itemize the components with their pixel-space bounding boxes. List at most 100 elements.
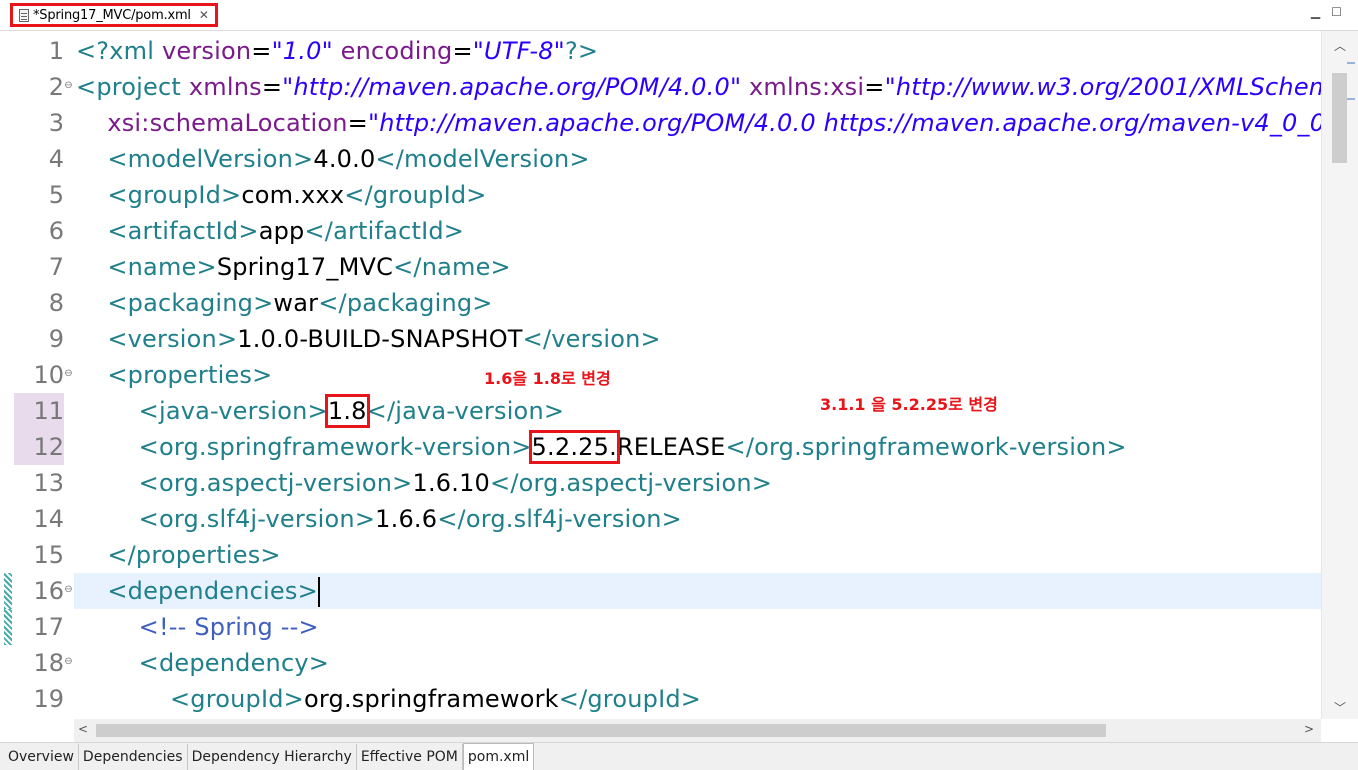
- code-token: <name>: [107, 253, 217, 281]
- line-number: 11: [14, 393, 64, 429]
- code-token: <properties>: [107, 361, 273, 389]
- maximize-icon[interactable]: ☐: [1330, 6, 1343, 19]
- code-token: </java-version>: [366, 397, 565, 425]
- fold-toggle-icon[interactable]: ⊖: [64, 81, 73, 91]
- tab-dependency-hierarchy[interactable]: Dependency Hierarchy: [188, 743, 357, 770]
- annotation-spring-version: 3.1.1 을 5.2.25로 변경: [820, 395, 998, 414]
- code-text: <java-version>1.8</java-version>: [76, 393, 564, 429]
- line-number: 18: [33, 649, 64, 677]
- close-icon[interactable]: ✕: [199, 8, 209, 22]
- code-token: =: [261, 73, 283, 101]
- line-number: 1: [48, 37, 64, 65]
- horizontal-scrollbar[interactable]: < >: [74, 719, 1321, 742]
- code-editor[interactable]: 1 <?xml version="1.0" encoding="UTF-8"?> 2…: [0, 31, 1321, 719]
- fold-toggle-icon[interactable]: ⊖: [64, 585, 73, 595]
- scroll-left-icon[interactable]: <: [78, 722, 88, 736]
- scroll-right-icon[interactable]: >: [1304, 722, 1314, 736]
- code-token: =: [251, 37, 272, 65]
- line-number: 19: [33, 685, 64, 713]
- code-token: <java-version>: [138, 397, 328, 425]
- code-token: war: [273, 289, 319, 317]
- line-number: 7: [48, 253, 64, 281]
- code-text: xsi:schemaLocation="http://maven.apache.…: [76, 105, 1321, 141]
- line-number: 17: [33, 613, 64, 641]
- code-token: "http://maven.apache.org/POM/4.0.0 https…: [367, 109, 1321, 137]
- tab-pom-xml[interactable]: pom.xml: [462, 743, 535, 770]
- tab-effective-pom[interactable]: Effective POM: [357, 743, 463, 770]
- code-token: <groupId>: [107, 181, 242, 209]
- code-text: </properties>: [76, 537, 281, 573]
- code-token: </artifactId>: [304, 217, 465, 245]
- line-number: 6: [48, 217, 64, 245]
- code-token: xsi:schemaLocation: [107, 109, 348, 137]
- highlighted-value: 5.2.25.: [528, 430, 620, 464]
- fold-toggle-icon[interactable]: ⊖: [64, 657, 73, 667]
- line-number: 12: [14, 429, 64, 465]
- code-text: <dependencies>: [76, 573, 320, 609]
- code-text: <packaging>war</packaging>: [76, 285, 493, 321]
- overview-marker[interactable]: [1347, 98, 1355, 100]
- vertical-scrollbar[interactable]: ︿ ﹀: [1321, 31, 1358, 719]
- editor-tab-pom[interactable]: *Spring17_MVC/pom.xml ✕: [10, 3, 218, 27]
- editor-tab-bar: *Spring17_MVC/pom.xml ✕ ▁ ☐: [0, 0, 1358, 31]
- code-token: <dependencies>: [107, 577, 318, 605]
- code-token: "http://www.w3.org/2001/XMLSchema-instan…: [884, 73, 1321, 101]
- code-text: <?xml version="1.0" encoding="UTF-8"?>: [76, 33, 598, 69]
- fold-toggle-icon[interactable]: ⊖: [64, 369, 73, 379]
- change-marker: [4, 573, 12, 609]
- line-number: 4: [48, 145, 64, 173]
- code-token: xmlns:xsi: [749, 73, 865, 101]
- code-token: </version>: [522, 325, 661, 353]
- code-text: <org.aspectj-version>1.6.10</org.aspectj…: [76, 465, 772, 501]
- editor-tab-title: *Spring17_MVC/pom.xml: [33, 7, 191, 23]
- code-token: </org.aspectj-version>: [490, 469, 773, 497]
- horizontal-scroll-thumb[interactable]: [96, 724, 1106, 737]
- overview-marker[interactable]: [1347, 62, 1355, 64]
- code-token: =: [452, 37, 473, 65]
- tab-dependencies[interactable]: Dependencies: [79, 743, 188, 770]
- highlighted-value: 1.8: [324, 394, 370, 428]
- scroll-down-icon[interactable]: ﹀: [1334, 699, 1346, 716]
- tab-overview[interactable]: Overview: [4, 743, 79, 770]
- code-token: <dependency>: [138, 649, 330, 677]
- code-token: </properties>: [107, 541, 281, 569]
- vertical-scroll-thumb[interactable]: [1332, 73, 1347, 163]
- code-token: <groupId>: [169, 685, 304, 713]
- scroll-up-icon[interactable]: ︿: [1334, 37, 1346, 54]
- code-token: "1.0": [271, 37, 333, 65]
- line-number: 2: [48, 73, 64, 101]
- line-number: 16: [33, 577, 64, 605]
- code-token: version: [161, 37, 252, 65]
- code-text: <name>Spring17_MVC</name>: [76, 249, 511, 285]
- code-token: "UTF-8": [472, 37, 565, 65]
- code-token: </packaging>: [318, 289, 493, 317]
- code-token: </org.slf4j-version>: [437, 505, 682, 533]
- code-text: <version>1.0.0-BUILD-SNAPSHOT</version>: [76, 321, 661, 357]
- code-token: <!-- Spring -->: [138, 613, 319, 641]
- line-number: 3: [48, 109, 64, 137]
- minimize-icon[interactable]: ▁: [1309, 6, 1322, 19]
- annotation-java-version: 1.6을 1.8로 변경: [484, 369, 611, 388]
- code-token: 1.6.6: [375, 505, 438, 533]
- code-token: </modelVersion>: [375, 145, 590, 173]
- line-number: 13: [33, 469, 64, 497]
- code-text: <project xmlns="http://maven.apache.org/…: [76, 69, 1321, 105]
- code-token: <org.slf4j-version>: [138, 505, 376, 533]
- code-text: <artifactId>app</artifactId>: [76, 213, 464, 249]
- line-number: 9: [48, 325, 64, 353]
- code-token: =: [347, 109, 368, 137]
